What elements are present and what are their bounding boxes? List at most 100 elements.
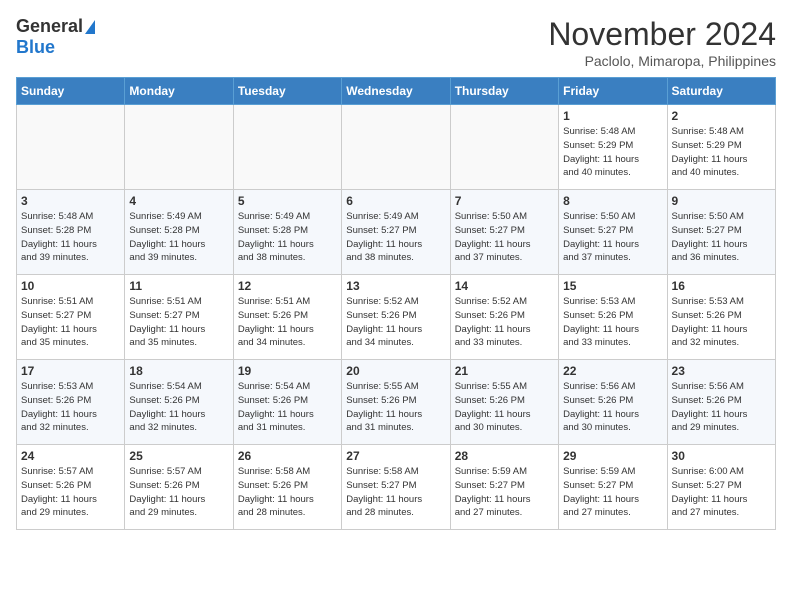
week-row-2: 3 Sunrise: 5:48 AM Sunset: 5:28 PM Daylig… [17,190,776,275]
day-detail: Sunrise: 5:51 AM Sunset: 5:27 PM Dayligh… [21,295,120,350]
calendar-table: SundayMondayTuesdayWednesdayThursdayFrid… [16,77,776,530]
day-number: 18 [129,364,228,378]
weekday-header-monday: Monday [125,78,233,105]
weekday-header-thursday: Thursday [450,78,558,105]
day-detail: Sunrise: 5:59 AM Sunset: 5:27 PM Dayligh… [563,465,662,520]
day-number: 7 [455,194,554,208]
day-cell-14: 14 Sunrise: 5:52 AM Sunset: 5:26 PM Dayli… [450,275,558,360]
day-detail: Sunrise: 5:48 AM Sunset: 5:29 PM Dayligh… [672,125,771,180]
day-detail: Sunrise: 5:56 AM Sunset: 5:26 PM Dayligh… [563,380,662,435]
day-cell-empty [125,105,233,190]
day-cell-empty [233,105,341,190]
day-cell-22: 22 Sunrise: 5:56 AM Sunset: 5:26 PM Dayli… [559,360,667,445]
day-cell-2: 2Sunrise: 5:48 AM Sunset: 5:29 PM Daylig… [667,105,775,190]
day-detail: Sunrise: 5:58 AM Sunset: 5:27 PM Dayligh… [346,465,445,520]
weekday-header-tuesday: Tuesday [233,78,341,105]
day-cell-27: 27 Sunrise: 5:58 AM Sunset: 5:27 PM Dayli… [342,445,450,530]
day-number: 4 [129,194,228,208]
logo-general: General [16,16,83,37]
day-detail: Sunrise: 5:50 AM Sunset: 5:27 PM Dayligh… [563,210,662,265]
day-number: 10 [21,279,120,293]
day-cell-9: 9Sunrise: 5:50 AM Sunset: 5:27 PM Daylig… [667,190,775,275]
day-cell-24: 24 Sunrise: 5:57 AM Sunset: 5:26 PM Dayli… [17,445,125,530]
day-number: 20 [346,364,445,378]
day-number: 26 [238,449,337,463]
day-number: 14 [455,279,554,293]
day-number: 1 [563,109,662,123]
weekday-header-row: SundayMondayTuesdayWednesdayThursdayFrid… [17,78,776,105]
day-number: 25 [129,449,228,463]
day-detail: Sunrise: 5:56 AM Sunset: 5:26 PM Dayligh… [672,380,771,435]
day-detail: Sunrise: 5:49 AM Sunset: 5:27 PM Dayligh… [346,210,445,265]
day-detail: Sunrise: 5:48 AM Sunset: 5:28 PM Dayligh… [21,210,120,265]
day-number: 17 [21,364,120,378]
day-detail: Sunrise: 5:52 AM Sunset: 5:26 PM Dayligh… [346,295,445,350]
week-row-3: 10 Sunrise: 5:51 AM Sunset: 5:27 PM Dayli… [17,275,776,360]
week-row-1: 1 Sunrise: 5:48 AM Sunset: 5:29 PM Daylig… [17,105,776,190]
day-cell-empty [342,105,450,190]
day-number: 13 [346,279,445,293]
title-block: November 2024 Paclolo, Mimaropa, Philipp… [548,16,776,69]
day-detail: Sunrise: 5:51 AM Sunset: 5:27 PM Dayligh… [129,295,228,350]
weekday-header-sunday: Sunday [17,78,125,105]
day-cell-10: 10 Sunrise: 5:51 AM Sunset: 5:27 PM Dayli… [17,275,125,360]
day-number: 27 [346,449,445,463]
day-detail: Sunrise: 6:00 AM Sunset: 5:27 PM Dayligh… [672,465,771,520]
day-cell-18: 18 Sunrise: 5:54 AM Sunset: 5:26 PM Dayli… [125,360,233,445]
day-cell-26: 26 Sunrise: 5:58 AM Sunset: 5:26 PM Dayli… [233,445,341,530]
weekday-header-friday: Friday [559,78,667,105]
day-detail: Sunrise: 5:49 AM Sunset: 5:28 PM Dayligh… [129,210,228,265]
location: Paclolo, Mimaropa, Philippines [548,53,776,69]
day-detail: Sunrise: 5:59 AM Sunset: 5:27 PM Dayligh… [455,465,554,520]
day-number: 21 [455,364,554,378]
day-number: 3 [21,194,120,208]
day-detail: Sunrise: 5:50 AM Sunset: 5:27 PM Dayligh… [455,210,554,265]
day-cell-11: 11Sunrise: 5:51 AM Sunset: 5:27 PM Dayli… [125,275,233,360]
day-detail: Sunrise: 5:53 AM Sunset: 5:26 PM Dayligh… [672,295,771,350]
day-cell-12: 12Sunrise: 5:51 AM Sunset: 5:26 PM Dayli… [233,275,341,360]
page-header: General Blue November 2024 Paclolo, Mima… [16,16,776,69]
day-number: 9 [672,194,771,208]
day-detail: Sunrise: 5:48 AM Sunset: 5:29 PM Dayligh… [563,125,662,180]
weekday-header-saturday: Saturday [667,78,775,105]
day-detail: Sunrise: 5:54 AM Sunset: 5:26 PM Dayligh… [238,380,337,435]
day-cell-6: 6Sunrise: 5:49 AM Sunset: 5:27 PM Daylig… [342,190,450,275]
day-cell-8: 8 Sunrise: 5:50 AM Sunset: 5:27 PM Daylig… [559,190,667,275]
day-number: 12 [238,279,337,293]
day-detail: Sunrise: 5:53 AM Sunset: 5:26 PM Dayligh… [21,380,120,435]
day-cell-16: 16Sunrise: 5:53 AM Sunset: 5:26 PM Dayli… [667,275,775,360]
day-number: 5 [238,194,337,208]
day-cell-23: 23 Sunrise: 5:56 AM Sunset: 5:26 PM Dayli… [667,360,775,445]
weekday-header-wednesday: Wednesday [342,78,450,105]
day-detail: Sunrise: 5:58 AM Sunset: 5:26 PM Dayligh… [238,465,337,520]
day-cell-5: 5 Sunrise: 5:49 AM Sunset: 5:28 PM Daylig… [233,190,341,275]
day-number: 29 [563,449,662,463]
day-cell-4: 4 Sunrise: 5:49 AM Sunset: 5:28 PM Daylig… [125,190,233,275]
day-number: 23 [672,364,771,378]
day-cell-21: 21Sunrise: 5:55 AM Sunset: 5:26 PM Dayli… [450,360,558,445]
day-detail: Sunrise: 5:49 AM Sunset: 5:28 PM Dayligh… [238,210,337,265]
day-detail: Sunrise: 5:53 AM Sunset: 5:26 PM Dayligh… [563,295,662,350]
day-detail: Sunrise: 5:54 AM Sunset: 5:26 PM Dayligh… [129,380,228,435]
day-cell-empty [450,105,558,190]
day-cell-7: 7 Sunrise: 5:50 AM Sunset: 5:27 PM Daylig… [450,190,558,275]
day-number: 15 [563,279,662,293]
day-number: 22 [563,364,662,378]
logo-triangle [85,20,95,34]
day-number: 28 [455,449,554,463]
day-number: 19 [238,364,337,378]
day-cell-25: 25Sunrise: 5:57 AM Sunset: 5:26 PM Dayli… [125,445,233,530]
day-detail: Sunrise: 5:52 AM Sunset: 5:26 PM Dayligh… [455,295,554,350]
day-detail: Sunrise: 5:55 AM Sunset: 5:26 PM Dayligh… [346,380,445,435]
day-cell-17: 17 Sunrise: 5:53 AM Sunset: 5:26 PM Dayli… [17,360,125,445]
day-cell-30: 30Sunrise: 6:00 AM Sunset: 5:27 PM Dayli… [667,445,775,530]
day-cell-13: 13 Sunrise: 5:52 AM Sunset: 5:26 PM Dayli… [342,275,450,360]
day-detail: Sunrise: 5:57 AM Sunset: 5:26 PM Dayligh… [21,465,120,520]
day-cell-20: 20 Sunrise: 5:55 AM Sunset: 5:26 PM Dayli… [342,360,450,445]
logo: General Blue [16,16,95,58]
day-cell-28: 28 Sunrise: 5:59 AM Sunset: 5:27 PM Dayli… [450,445,558,530]
week-row-4: 17 Sunrise: 5:53 AM Sunset: 5:26 PM Dayli… [17,360,776,445]
day-number: 8 [563,194,662,208]
day-number: 24 [21,449,120,463]
day-cell-19: 19 Sunrise: 5:54 AM Sunset: 5:26 PM Dayli… [233,360,341,445]
